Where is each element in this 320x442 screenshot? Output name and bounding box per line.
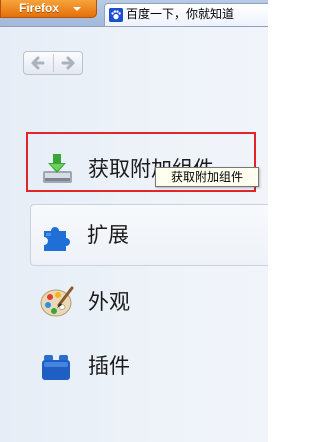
browser-tab-strip: Firefox 百度一下，你就知道	[0, 0, 268, 27]
firefox-menu-label: Firefox	[19, 1, 60, 15]
browser-tab[interactable]: 百度一下，你就知道	[104, 3, 268, 26]
category-appearance[interactable]: 外观	[30, 271, 268, 333]
back-forward-group	[23, 51, 83, 75]
addons-sidebar: 获取附加组件 扩展 外观 插件	[0, 27, 268, 442]
category-label: 插件	[88, 354, 130, 378]
arrow-left-icon	[31, 56, 45, 70]
tab-title: 百度一下，你就知道	[126, 7, 235, 21]
category-label: 外观	[88, 290, 130, 314]
baidu-favicon-icon	[109, 8, 123, 22]
paint-palette-icon	[40, 286, 74, 318]
category-extensions[interactable]: 扩展	[30, 204, 268, 266]
tooltip: 获取附加组件	[155, 167, 259, 187]
lego-brick-icon	[40, 350, 74, 382]
arrow-right-icon	[61, 56, 75, 70]
back-button[interactable]	[24, 52, 53, 74]
chevron-down-icon	[73, 7, 81, 11]
forward-button[interactable]	[54, 52, 83, 74]
category-label: 扩展	[87, 223, 129, 247]
firefox-menu-button[interactable]: Firefox	[0, 0, 97, 18]
puzzle-piece-icon	[40, 219, 74, 251]
category-plugins[interactable]: 插件	[30, 335, 268, 397]
